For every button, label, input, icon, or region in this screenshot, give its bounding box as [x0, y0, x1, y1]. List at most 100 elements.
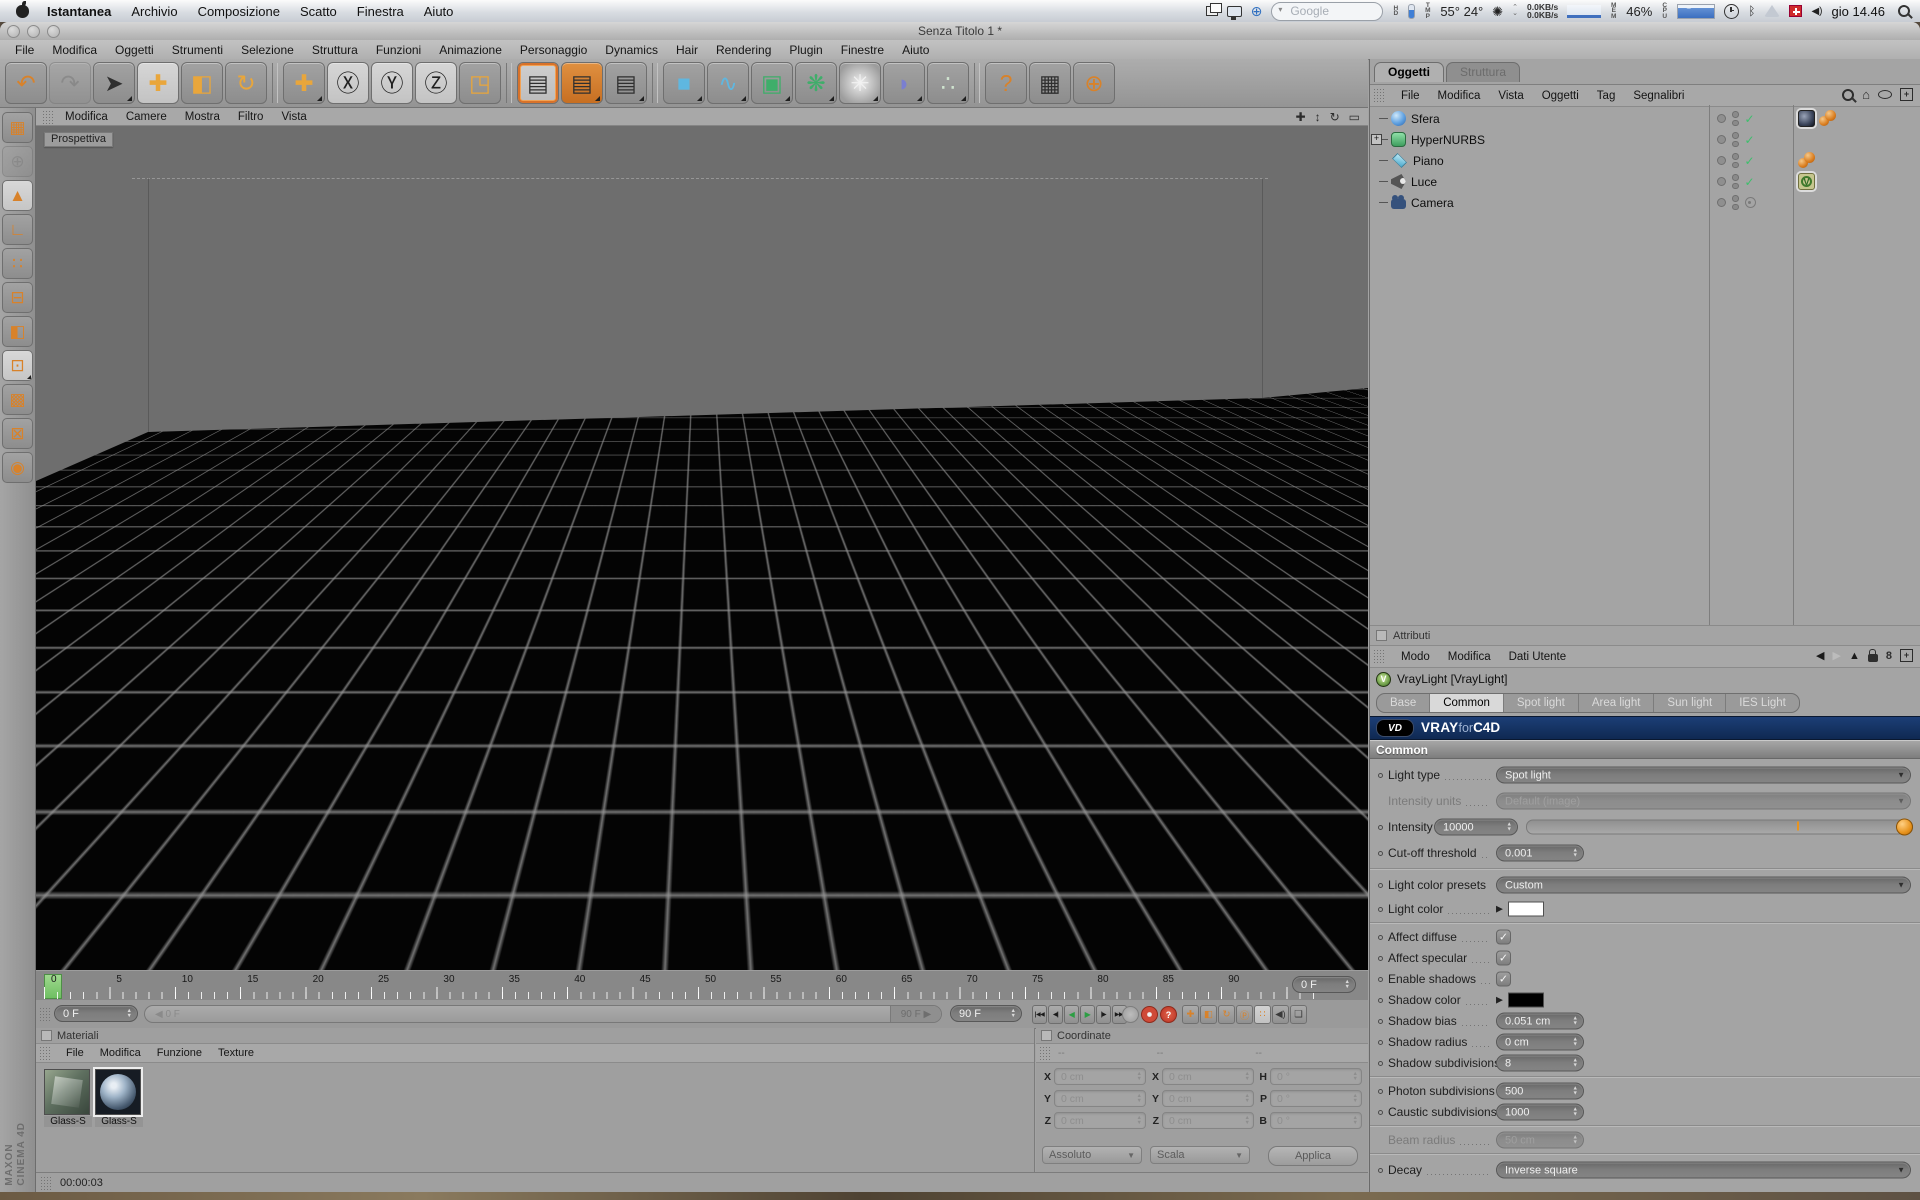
stepper-arrows-icon[interactable]: ▲▼ — [1569, 1108, 1578, 1117]
attr-slider[interactable]: 10000▲▼ — [1434, 819, 1913, 836]
menubar-app-name[interactable]: Istantanea — [37, 4, 121, 19]
coordinate-field[interactable]: 0 cm▲▼ — [1054, 1068, 1146, 1085]
animation-dot-icon[interactable] — [1378, 1168, 1383, 1173]
search-icon[interactable] — [1842, 89, 1854, 101]
viewport-menu-modifica[interactable]: Modifica — [56, 111, 117, 123]
expand-arrow-icon[interactable]: ▶ — [1496, 995, 1503, 1006]
attr-checkbox[interactable]: ✓ — [1496, 972, 1511, 987]
color-swatch[interactable] — [1508, 902, 1544, 917]
app-menu-finestre[interactable]: Finestre — [832, 43, 893, 57]
menubar-clock[interactable]: gio 14.46 — [1832, 4, 1886, 19]
coordinate-system-button[interactable]: ◳ — [459, 62, 501, 104]
vray-tag-icon[interactable]: V — [1798, 173, 1815, 190]
dot[interactable] — [1732, 162, 1739, 169]
attributes-menu-grip[interactable] — [1373, 649, 1385, 663]
attr-tab-ies-light[interactable]: IES Light — [1726, 694, 1799, 712]
make-editable-button[interactable]: ▲ — [2, 180, 33, 211]
app-menu-rendering[interactable]: Rendering — [707, 43, 780, 57]
volume-icon[interactable]: ◀) — [1811, 6, 1822, 17]
app-menu-aiuto[interactable]: Aiuto — [893, 43, 938, 57]
dropdown-capsule[interactable]: Custom▼ — [1496, 877, 1911, 894]
phong-tag-icon[interactable] — [1819, 110, 1836, 127]
object-row-camera[interactable]: Camera — [1370, 192, 1920, 213]
dot[interactable] — [1732, 120, 1739, 127]
link-icon[interactable]: 8 — [1886, 650, 1892, 662]
material-item[interactable]: Glass-S — [44, 1069, 92, 1127]
polygons-mode-button[interactable]: ◧ — [2, 316, 33, 347]
slider-track[interactable] — [1526, 820, 1913, 835]
edges-mode-button[interactable]: ⊟ — [2, 282, 33, 313]
attributes-menu-modifica[interactable]: Modifica — [1439, 651, 1500, 663]
animation-dot-icon[interactable] — [1378, 956, 1383, 961]
color-swatch[interactable] — [1508, 993, 1544, 1008]
key-pla-button[interactable]: ∷ — [1254, 1005, 1271, 1024]
play-backward-button[interactable]: ◀ — [1064, 1005, 1079, 1024]
editor-render-dots[interactable] — [1732, 195, 1739, 210]
stepper-arrows-icon[interactable]: ▲▼ — [1241, 1116, 1250, 1125]
stepper-arrows-icon[interactable]: ▲▼ — [1503, 823, 1512, 832]
power-row-grip[interactable] — [39, 1007, 51, 1021]
coordinate-field[interactable]: 0 cm▲▼ — [1054, 1112, 1146, 1129]
checkbox[interactable]: ✓ — [1496, 951, 1511, 966]
viewport-menu-mostra[interactable]: Mostra — [176, 111, 229, 123]
animation-dot-icon[interactable] — [1378, 851, 1383, 856]
stepper-arrows-icon[interactable]: ▲▼ — [1569, 1017, 1578, 1026]
preview-range-slider[interactable]: ◀ 0 F 90 F ▶ — [144, 1005, 942, 1023]
sphere-object[interactable] — [612, 605, 722, 715]
attr-checkbox[interactable]: ✓ — [1496, 951, 1511, 966]
stepper-capsule[interactable]: 8▲▼ — [1496, 1055, 1584, 1072]
timeline-ruler[interactable]: 051015202530354045505560657075808590 0 F… — [36, 970, 1368, 1002]
rotate-view-icon[interactable]: ↻ — [1330, 110, 1340, 124]
keyboard-layout-flag-icon[interactable] — [1789, 5, 1802, 17]
menubar-item-composizione[interactable]: Composizione — [188, 4, 290, 19]
add-icon[interactable]: + — [1900, 88, 1913, 101]
editor-render-dots[interactable] — [1732, 174, 1739, 189]
stepper-arrows-icon[interactable]: ▲▼ — [1241, 1094, 1250, 1103]
play-forward-button[interactable]: ▶ — [1080, 1005, 1095, 1024]
object-name[interactable]: Luce — [1411, 175, 1437, 189]
end-frame-field[interactable]: 90 F ▲▼ — [950, 1005, 1022, 1022]
visibility-dots[interactable]: ✓ — [1717, 153, 1789, 168]
add-icon[interactable]: + — [1900, 649, 1913, 662]
keyframe-selection-button[interactable]: ❏ — [1290, 1005, 1307, 1024]
section-header[interactable]: Common — [1370, 740, 1920, 759]
object-name[interactable]: Camera — [1411, 196, 1454, 210]
dropdown-capsule[interactable]: Default (image)▼ — [1496, 793, 1911, 810]
viewport-3d[interactable]: Y X Z Prospettiva — [36, 126, 1368, 970]
attr-stepper[interactable]: 0 cm▲▼ — [1496, 1034, 1584, 1051]
object-manager-menu-tag[interactable]: Tag — [1588, 90, 1625, 102]
dot[interactable] — [1732, 141, 1739, 148]
stepper-arrows-icon[interactable]: ▲▼ — [1569, 1087, 1578, 1096]
animation-dot-icon[interactable] — [1378, 825, 1383, 830]
lock-z-button[interactable]: Ⓩ — [415, 62, 457, 104]
attr-stepper[interactable]: 50 cm▲▼ — [1496, 1132, 1584, 1149]
undo-button[interactable]: ↶ — [5, 62, 47, 104]
key-rotation-button[interactable]: ↻ — [1218, 1005, 1235, 1024]
cpu-graph-icon[interactable] — [1677, 4, 1715, 19]
animation-dot-icon[interactable] — [1378, 977, 1383, 982]
points-mode-button[interactable]: ∷ — [2, 248, 33, 279]
add-primitive-button[interactable]: ■ — [663, 62, 705, 104]
coordinate-field[interactable]: 0 °▲▼ — [1270, 1068, 1362, 1085]
app-menu-strumenti[interactable]: Strumenti — [163, 43, 232, 57]
layer-dot-icon[interactable] — [1717, 135, 1726, 144]
attr-tab-sun-light[interactable]: Sun light — [1654, 694, 1726, 712]
add-particles-button[interactable]: ✳ — [839, 62, 881, 104]
animation-dot-icon[interactable] — [1378, 883, 1383, 888]
stepper-arrows-icon[interactable]: ▲▼ — [1241, 1072, 1250, 1081]
object-row-luce[interactable]: Luce✓V — [1370, 171, 1920, 192]
attr-stepper[interactable]: 0.001▲▼ — [1496, 845, 1584, 862]
command-manager-button[interactable]: ▦ — [1029, 62, 1071, 104]
key-sound-button[interactable]: ◀) — [1272, 1005, 1289, 1024]
render-picture-viewer-button[interactable]: ▤ — [561, 62, 603, 104]
history-forward-icon[interactable]: ▶ — [1833, 649, 1841, 662]
tab-struttura[interactable]: Struttura — [1446, 62, 1520, 82]
lock-x-button[interactable]: Ⓧ — [327, 62, 369, 104]
dot[interactable] — [1732, 111, 1739, 118]
editor-render-dots[interactable] — [1732, 153, 1739, 168]
object-manager-menu-segnalibri[interactable]: Segnalibri — [1624, 90, 1693, 102]
attr-dropdown[interactable]: Custom▼ — [1496, 877, 1911, 894]
object-row-hypernurbs[interactable]: +HyperNURBS✓ — [1370, 129, 1920, 150]
object-manager-menu-file[interactable]: File — [1392, 90, 1429, 102]
dot[interactable] — [1732, 132, 1739, 139]
